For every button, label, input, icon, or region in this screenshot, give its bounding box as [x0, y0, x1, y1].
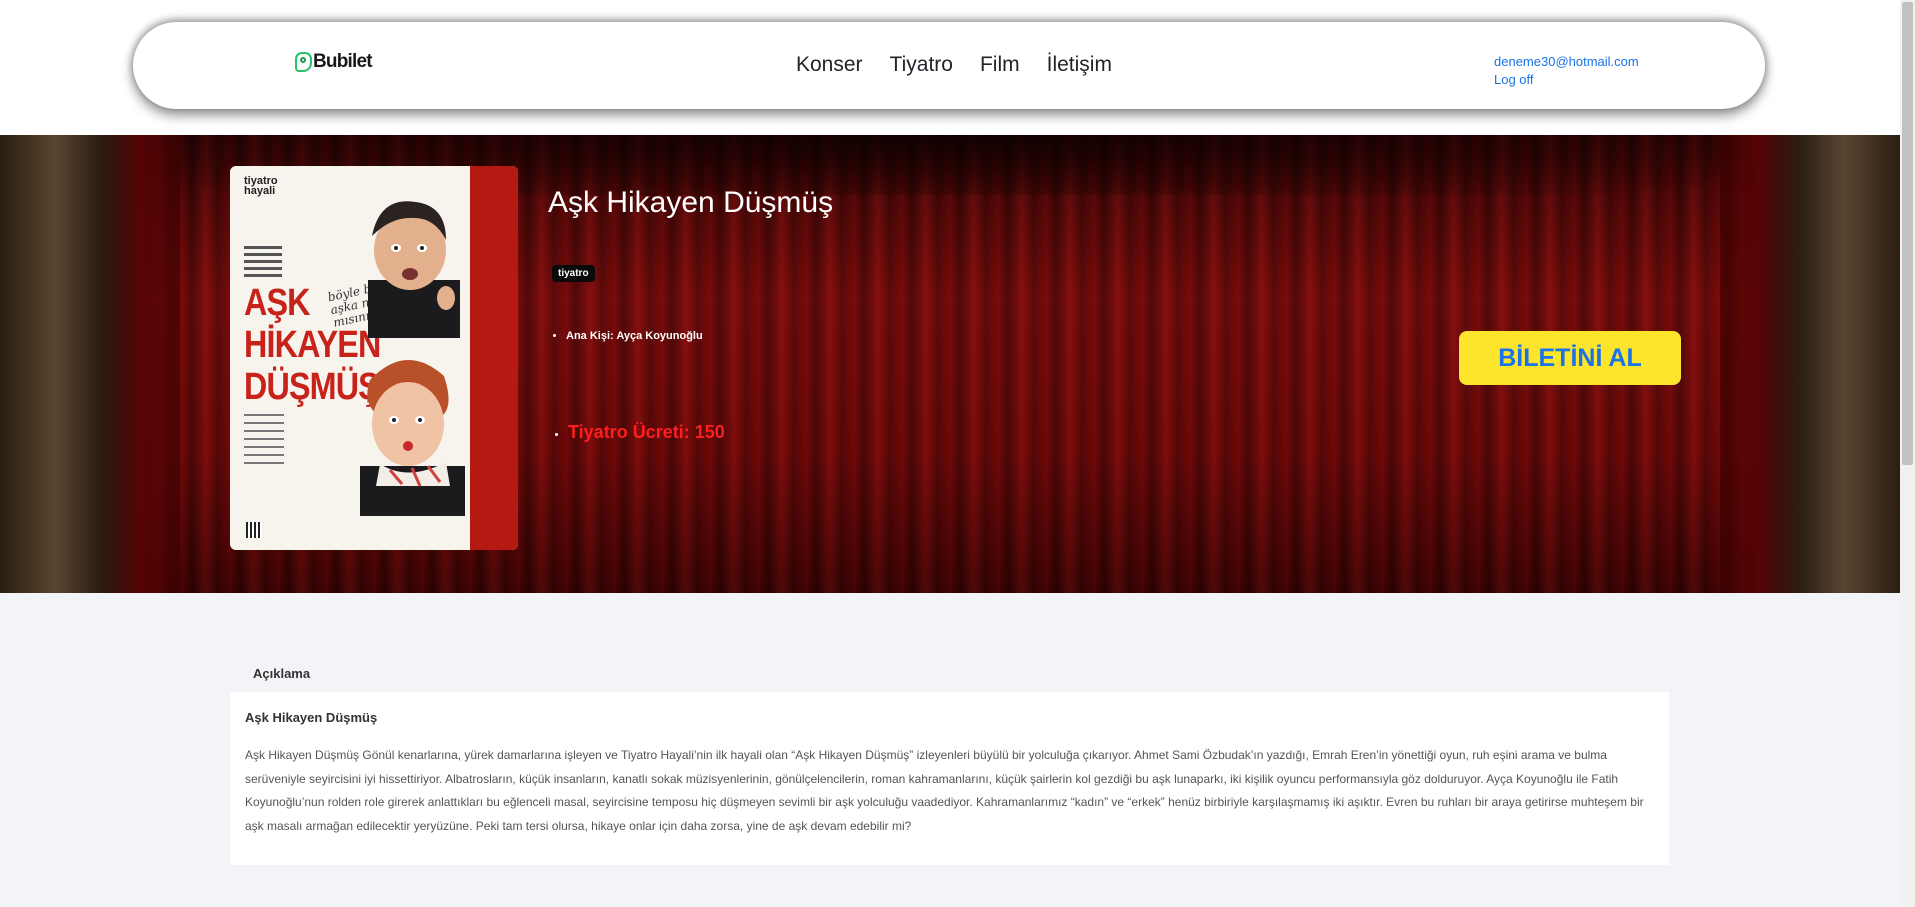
poster-man-illustration: [368, 201, 460, 338]
page-scrollbar-thumb[interactable]: [1902, 2, 1913, 465]
poster-woman-illustration: [360, 359, 465, 516]
logoff-link[interactable]: Log off: [1494, 71, 1639, 89]
category-badge: tiyatro: [552, 265, 595, 282]
bubilet-logo-icon: [295, 52, 312, 72]
price-item: Tiyatro Ücreti: 150: [568, 422, 725, 443]
poster-title-line3: DÜŞMÜŞ: [244, 366, 380, 408]
nav-link-tiyatro[interactable]: Tiyatro: [890, 52, 953, 78]
poster-logo: tiyatro hayali: [244, 176, 278, 197]
description-heading: Aşk Hikayen Düşmüş: [245, 710, 378, 725]
nav-link-konser[interactable]: Konser: [796, 52, 863, 78]
nav-link-iletisim[interactable]: İletişim: [1047, 52, 1112, 78]
user-email-link[interactable]: deneme30@hotmail.com: [1494, 53, 1639, 71]
nav-link-film[interactable]: Film: [980, 52, 1020, 78]
brand-logo[interactable]: Bubilet: [295, 51, 373, 73]
cast-list: Ana Kişi: Ayça Koyunoğlu: [548, 330, 703, 342]
poster-footer-text: [244, 414, 284, 470]
main-nav: Konser Tiyatro Film İletişim: [796, 52, 1139, 78]
stage-frame-left: [0, 135, 180, 593]
poster-credits: [244, 246, 282, 281]
event-title: Aşk Hikayen Düşmüş: [548, 186, 834, 219]
event-poster: tiyatro hayali AŞK HİKAYEN DÜŞMÜŞ böyle …: [230, 166, 518, 550]
tab-description[interactable]: Açıklama: [253, 666, 310, 681]
price-list: Tiyatro Ücreti: 150: [548, 422, 725, 443]
stage-frame-right: [1760, 135, 1900, 593]
user-menu: deneme30@hotmail.com Log off: [1494, 53, 1639, 89]
description-body: Aşk Hikayen Düşmüş Gönül kenarlarına, yü…: [245, 748, 1644, 833]
poster-qr-code: [246, 522, 262, 538]
navbar: Bubilet Konser Tiyatro Film İletişim den…: [133, 22, 1765, 109]
description-card: Aşk Hikayen Düşmüş Aşk Hikayen Düşmüş Gö…: [230, 692, 1669, 865]
poster-red-band: [470, 166, 518, 550]
buy-ticket-button[interactable]: BİLETİNİ AL: [1459, 331, 1681, 385]
ticket-price: Tiyatro Ücreti: 150: [568, 422, 725, 442]
cast-item: Ana Kişi: Ayça Koyunoğlu: [566, 330, 703, 342]
poster-title-line2: HİKAYEN: [244, 324, 381, 366]
brand-logo-text: Bubilet: [313, 51, 373, 72]
poster-logo-line2: hayali: [244, 185, 276, 197]
